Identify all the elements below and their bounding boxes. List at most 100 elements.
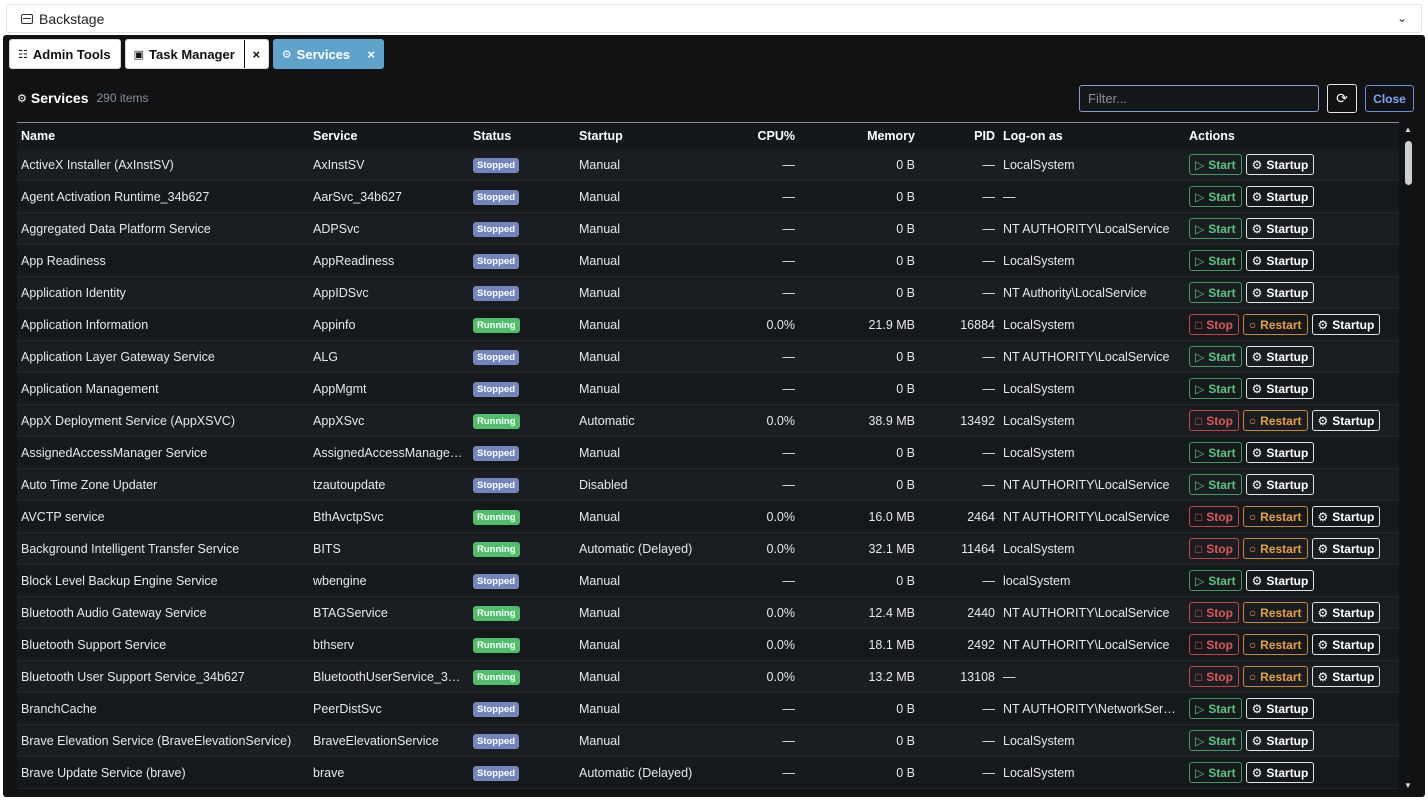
scroll-up-icon[interactable]: ▲ [1404,125,1412,134]
table-row[interactable]: Aggregated Data Platform Service ADPSvc St… [17,213,1399,245]
table-row[interactable]: AssignedAccessManager Service AssignedAcc… [17,437,1399,469]
tab-admin-tools[interactable]: ☷ Admin Tools [9,39,121,69]
startup-button[interactable]: ⚙ Startup [1311,314,1381,335]
tab-close-button[interactable]: × [359,40,383,68]
table-row[interactable]: Application Layer Gateway Service ALG Stop… [17,341,1399,373]
table-row[interactable]: BranchCache PeerDistSvc Stopped Manual — 0 B —… [17,693,1399,725]
start-button[interactable]: ▷ Start [1189,698,1242,719]
tab-label[interactable]: ⚙ Services [274,40,359,68]
startup-button[interactable]: ⚙ Startup [1245,730,1315,751]
vertical-scrollbar[interactable]: ▲ ▼ [1403,125,1415,790]
col-cpu[interactable]: CPU% [723,129,799,143]
start-button[interactable]: ▷ Start [1189,762,1242,783]
table-row[interactable]: ActiveX Installer (AxInstSV) AxInstSV Stop… [17,149,1399,181]
stop-button[interactable]: □ Stop [1189,314,1239,335]
table-row[interactable]: AppX Deployment Service (AppXSVC) AppXSvc… [17,405,1399,437]
start-label: Start [1208,221,1236,236]
col-pid[interactable]: PID [919,129,999,143]
chevron-down-icon[interactable]: ⌄ [1397,11,1407,25]
stop-button[interactable]: □ Stop [1189,602,1239,623]
table-row[interactable]: Application Management AppMgmt Stopped Manu… [17,373,1399,405]
tab-label[interactable]: ▣ Task Manager [126,40,244,68]
stop-button[interactable]: □ Stop [1189,506,1239,527]
start-button[interactable]: ▷ Start [1189,250,1242,271]
table-row[interactable]: Block Level Backup Engine Service wbengin… [17,565,1399,597]
window-titlebar[interactable]: Backstage ⌄ [6,4,1422,33]
restart-button[interactable]: ○ Restart [1242,538,1308,559]
table-row[interactable]: App Readiness AppReadiness Stopped Manual — 0… [17,245,1399,277]
startup-button[interactable]: ⚙ Startup [1245,698,1315,719]
start-label: Start [1208,477,1236,492]
col-logon[interactable]: Log-on as [999,129,1185,143]
startup-label: Startup [1266,381,1309,396]
startup-button[interactable]: ⚙ Startup [1245,762,1315,783]
restart-button[interactable]: ○ Restart [1242,666,1308,687]
table-row[interactable]: Bluetooth Support Service bthserv Running M… [17,629,1399,661]
tab-services[interactable]: ⚙ Services × [272,39,385,69]
start-button[interactable]: ▷ Start [1189,186,1242,207]
startup-button[interactable]: ⚙ Startup [1311,634,1381,655]
restart-button[interactable]: ○ Restart [1242,602,1308,623]
start-button[interactable]: ▷ Start [1189,218,1242,239]
col-startup[interactable]: Startup [575,129,723,143]
col-status[interactable]: Status [469,129,575,143]
table-row[interactable]: Agent Activation Runtime_34b627 AarSvc_34… [17,181,1399,213]
scrollbar-thumb[interactable] [1405,141,1412,185]
startup-button[interactable]: ⚙ Startup [1245,570,1315,591]
start-button[interactable]: ▷ Start [1189,570,1242,591]
restart-button[interactable]: ○ Restart [1242,410,1308,431]
startup-button[interactable]: ⚙ Startup [1245,154,1315,175]
tab-close-button[interactable]: × [243,40,268,68]
table-row[interactable]: Application Identity AppIDSvc Stopped Manua… [17,277,1399,309]
startup-button[interactable]: ⚙ Startup [1311,506,1381,527]
stop-button[interactable]: □ Stop [1189,538,1239,559]
startup-button[interactable]: ⚙ Startup [1245,378,1315,399]
startup-button[interactable]: ⚙ Startup [1245,218,1315,239]
scroll-down-icon[interactable]: ▼ [1404,781,1412,790]
table-row[interactable]: Bluetooth Audio Gateway Service BTAGServi… [17,597,1399,629]
startup-button[interactable]: ⚙ Startup [1311,538,1381,559]
tab-label[interactable]: ☷ Admin Tools [10,40,120,68]
row-actions: ▷ Start ⚙ Startup [1185,218,1399,239]
startup-type: Manual [579,317,620,332]
startup-button[interactable]: ⚙ Startup [1311,410,1381,431]
col-name[interactable]: Name [17,129,309,143]
row-actions: □ Stop ○ Restart ⚙ Startup [1185,314,1399,335]
start-button[interactable]: ▷ Start [1189,282,1242,303]
start-button[interactable]: ▷ Start [1189,154,1242,175]
filter-input[interactable] [1079,85,1319,112]
table-row[interactable]: Auto Time Zone Updater tzautoupdate Stoppe… [17,469,1399,501]
startup-button[interactable]: ⚙ Startup [1311,602,1381,623]
stop-button[interactable]: □ Stop [1189,666,1239,687]
start-button[interactable]: ▷ Start [1189,442,1242,463]
startup-button[interactable]: ⚙ Startup [1311,666,1381,687]
restart-button[interactable]: ○ Restart [1242,314,1308,335]
table-row[interactable]: Brave Elevation Service (BraveElevationS… [17,725,1399,757]
refresh-button[interactable]: ⟳ [1327,84,1357,113]
start-button[interactable]: ▷ Start [1189,730,1242,751]
startup-button[interactable]: ⚙ Startup [1245,250,1315,271]
startup-button[interactable]: ⚙ Startup [1245,186,1315,207]
start-button[interactable]: ▷ Start [1189,378,1242,399]
table-row[interactable]: Brave Update Service (brave) brave Stopped… [17,757,1399,789]
status-badge: Running [473,669,520,685]
startup-button[interactable]: ⚙ Startup [1245,442,1315,463]
start-button[interactable]: ▷ Start [1189,474,1242,495]
col-memory[interactable]: Memory [799,129,919,143]
startup-button[interactable]: ⚙ Startup [1245,474,1315,495]
close-button[interactable]: Close [1365,85,1414,112]
stop-button[interactable]: □ Stop [1189,634,1239,655]
restart-button[interactable]: ○ Restart [1242,634,1308,655]
col-service[interactable]: Service [309,129,469,143]
startup-button[interactable]: ⚙ Startup [1245,282,1315,303]
table-row[interactable]: Background Intelligent Transfer Service B… [17,533,1399,565]
tab-task-manager[interactable]: ▣ Task Manager × [124,39,269,69]
table-row[interactable]: AVCTP service BthAvctpSvc Running Manual 0.0… [17,501,1399,533]
stop-button[interactable]: □ Stop [1189,410,1239,431]
table-row[interactable]: Application Information Appinfo Running Man… [17,309,1399,341]
startup-button[interactable]: ⚙ Startup [1245,346,1315,367]
row-actions: ▷ Start ⚙ Startup [1185,570,1399,591]
start-button[interactable]: ▷ Start [1189,346,1242,367]
restart-button[interactable]: ○ Restart [1242,506,1308,527]
table-row[interactable]: Bluetooth User Support Service_34b627 Blu… [17,661,1399,693]
